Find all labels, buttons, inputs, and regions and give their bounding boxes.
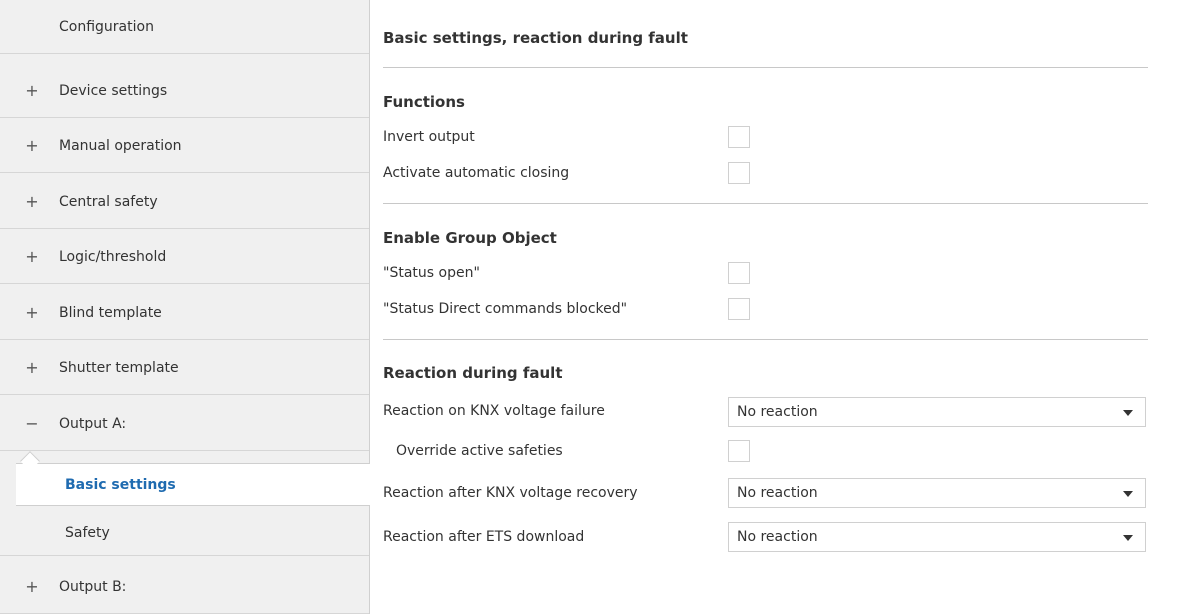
sidebar-item-label: Shutter template: [59, 359, 179, 376]
page-title: Basic settings, reaction during fault: [383, 29, 688, 47]
chevron-down-icon: [1123, 491, 1133, 497]
sidebar-item-label: Logic/threshold: [59, 248, 167, 265]
sidebar-item-logic-threshold[interactable]: + Logic/threshold: [0, 230, 369, 284]
section-title-fault: Reaction during fault: [383, 364, 563, 382]
sidebar-item-label: Device settings: [59, 82, 168, 99]
sidebar-item-output-a[interactable]: − Output A:: [0, 397, 369, 451]
sidebar-item-output-b[interactable]: + Output B:: [0, 560, 369, 614]
expand-icon[interactable]: +: [22, 247, 42, 266]
divider: [383, 67, 1148, 68]
sidebar-item-label: Output A:: [59, 415, 127, 432]
expand-icon[interactable]: +: [22, 358, 42, 377]
override-safeties-checkbox[interactable]: [728, 440, 750, 462]
chevron-down-icon: [1123, 535, 1133, 541]
voltage-failure-label: Reaction on KNX voltage failure: [383, 403, 605, 419]
chevron-down-icon: [1123, 410, 1133, 416]
sidebar-item-label: Manual operation: [59, 137, 182, 154]
sidebar-item-label: Basic settings: [65, 476, 176, 493]
expand-icon[interactable]: +: [22, 81, 42, 100]
sidebar-item-manual-operation[interactable]: + Manual operation: [0, 119, 369, 173]
sidebar-item-basic-settings[interactable]: Basic settings: [16, 463, 370, 506]
auto-closing-label: Activate automatic closing: [383, 165, 570, 181]
sidebar-item-label: Output B:: [59, 578, 127, 595]
expand-icon[interactable]: +: [22, 577, 42, 596]
sidebar-item-safety[interactable]: Safety: [0, 510, 369, 556]
sidebar-item-configuration[interactable]: Configuration: [0, 0, 369, 54]
auto-closing-checkbox[interactable]: [728, 162, 750, 184]
sidebar: Configuration + Device settings + Manual…: [0, 0, 370, 614]
collapse-icon[interactable]: −: [22, 414, 42, 433]
sidebar-item-label: Safety: [65, 524, 110, 541]
divider: [383, 339, 1148, 340]
ets-download-select[interactable]: No reaction: [728, 522, 1146, 552]
sidebar-item-central-safety[interactable]: + Central safety: [0, 175, 369, 229]
expand-icon[interactable]: +: [22, 136, 42, 155]
sidebar-item-label: Central safety: [59, 193, 158, 210]
sidebar-item-label: Configuration: [59, 18, 154, 35]
select-value: No reaction: [737, 404, 818, 420]
sidebar-item-blind-template[interactable]: + Blind template: [0, 286, 369, 340]
divider: [383, 203, 1148, 204]
override-safeties-label: Override active safeties: [396, 443, 563, 459]
sidebar-item-shutter-template[interactable]: + Shutter template: [0, 341, 369, 395]
voltage-failure-select[interactable]: No reaction: [728, 397, 1146, 427]
ets-download-label: Reaction after ETS download: [383, 529, 585, 545]
expand-icon[interactable]: +: [22, 192, 42, 211]
status-open-checkbox[interactable]: [728, 262, 750, 284]
invert-output-label: Invert output: [383, 129, 475, 145]
expand-icon[interactable]: +: [22, 303, 42, 322]
status-open-label: "Status open": [383, 265, 480, 281]
sidebar-item-label: Blind template: [59, 304, 162, 321]
voltage-recovery-label: Reaction after KNX voltage recovery: [383, 485, 638, 501]
status-blocked-checkbox[interactable]: [728, 298, 750, 320]
sidebar-item-device-settings[interactable]: + Device settings: [0, 64, 369, 118]
select-value: No reaction: [737, 529, 818, 545]
parameter-panel: Basic settings, reaction during fault Fu…: [371, 0, 1199, 614]
status-blocked-label: "Status Direct commands blocked": [383, 301, 628, 317]
select-value: No reaction: [737, 485, 818, 501]
section-title-functions: Functions: [383, 93, 465, 111]
invert-output-checkbox[interactable]: [728, 126, 750, 148]
section-title-group-object: Enable Group Object: [383, 229, 557, 247]
voltage-recovery-select[interactable]: No reaction: [728, 478, 1146, 508]
